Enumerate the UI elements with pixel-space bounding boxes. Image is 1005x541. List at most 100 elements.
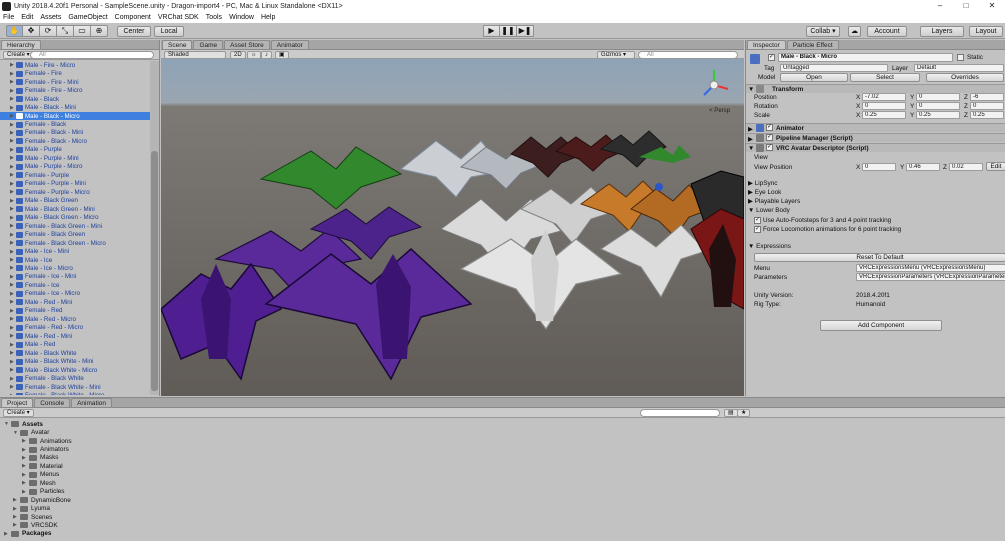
pause-icon[interactable]: ❚❚ — [500, 25, 517, 37]
close-button[interactable]: ✕ — [979, 0, 1005, 12]
expand-arrow-icon[interactable]: ▶ — [0, 359, 14, 365]
hierarchy-item[interactable]: ▶ Male - Purple - Micro — [0, 163, 150, 171]
expand-arrow-icon[interactable]: ▶ — [0, 138, 14, 144]
hierarchy-item[interactable]: ▶ Male - Black — [0, 95, 150, 103]
view-x-field[interactable]: 0 — [862, 163, 896, 171]
tab-animation[interactable]: Animation — [71, 398, 112, 407]
favorite-icon[interactable]: ★ — [737, 409, 751, 417]
cloud-icon[interactable]: ☁ — [848, 26, 861, 37]
menu-component[interactable]: Component — [115, 14, 151, 21]
folder-expand-icon[interactable]: ▼ — [4, 421, 11, 427]
project-folder[interactable]: ▶ Mesh — [0, 479, 400, 487]
layer-dropdown[interactable]: Default — [914, 64, 1004, 72]
view-edit-button[interactable]: Edit — [986, 162, 1005, 171]
project-folder[interactable]: ▶ Lyuma — [0, 504, 400, 512]
descriptor-enabled-checkbox[interactable]: ✓ — [766, 144, 773, 151]
model-select-button[interactable]: Select — [850, 73, 920, 82]
expand-arrow-icon[interactable]: ▶ — [0, 232, 14, 238]
project-folder[interactable]: ▶ Animators — [0, 445, 400, 453]
animator-header[interactable]: ▶ ✓ Animator — [746, 123, 1005, 133]
position-y-field[interactable]: 0 — [916, 93, 960, 101]
2d-toggle[interactable]: 2D — [230, 51, 246, 59]
project-folder[interactable]: ▶ Packages — [0, 530, 400, 538]
project-folder[interactable]: ▶ Masks — [0, 454, 400, 462]
hierarchy-item[interactable]: ▶ Male - Purple — [0, 146, 150, 154]
hierarchy-item[interactable]: ▶ Female - Red - Micro — [0, 324, 150, 332]
tag-dropdown[interactable]: Untagged — [780, 64, 888, 72]
expand-arrow-icon[interactable]: ▶ — [0, 333, 14, 339]
expand-arrow-icon[interactable]: ▶ — [0, 62, 14, 68]
model-overrides-button[interactable]: Overrides — [926, 73, 1004, 82]
folder-expand-icon[interactable]: ▶ — [22, 472, 29, 478]
expand-arrow-icon[interactable]: ▶ — [0, 257, 14, 263]
expand-arrow-icon[interactable]: ▶ — [0, 172, 14, 178]
project-folder[interactable]: ▶ DynamicBone — [0, 496, 400, 504]
hierarchy-item[interactable]: ▶ Female - Ice - Micro — [0, 290, 150, 298]
hierarchy-item[interactable]: ▶ Male - Purple - Mini — [0, 154, 150, 162]
collab-button[interactable]: Collab ▾ — [806, 26, 840, 37]
expand-arrow-icon[interactable]: ▶ — [0, 189, 14, 195]
scale-tool-icon[interactable]: ⤡ — [57, 25, 74, 37]
folder-expand-icon[interactable]: ▶ — [22, 463, 29, 469]
hierarchy-item[interactable]: ▶ Male - Black Green — [0, 197, 150, 205]
object-name-input[interactable]: Male - Black - Micro — [778, 53, 953, 62]
rotation-x-field[interactable]: 0 — [862, 102, 906, 110]
move-tool-icon[interactable]: ✥ — [23, 25, 40, 37]
project-folder[interactable]: ▶ Menus — [0, 471, 400, 479]
play-icon[interactable]: ▶ — [483, 25, 500, 37]
project-folder[interactable]: ▶ Animations — [0, 437, 400, 445]
hierarchy-search-input[interactable]: All — [30, 51, 154, 59]
expand-arrow-icon[interactable]: ▶ — [0, 342, 14, 348]
expand-arrow-icon[interactable]: ▶ — [0, 265, 14, 271]
expand-arrow-icon[interactable]: ▶ — [0, 96, 14, 102]
scrollbar-thumb[interactable] — [151, 151, 158, 391]
playable-layers-foldout[interactable]: ▶ Playable Layers — [748, 197, 800, 205]
tab-scene[interactable]: Scene — [162, 40, 193, 49]
hierarchy-item[interactable]: ▶ Male - Red - Micro — [0, 315, 150, 323]
hierarchy-item[interactable]: ▶ Male - Black White - Mini — [0, 357, 150, 365]
hierarchy-item[interactable]: ▶ Male - Black White — [0, 349, 150, 357]
active-checkbox[interactable]: ✓ — [768, 54, 775, 61]
scene-viewport[interactable]: < Persp — [161, 59, 744, 396]
animator-enabled-checkbox[interactable]: ✓ — [766, 124, 773, 131]
expand-arrow-icon[interactable]: ▶ — [0, 79, 14, 85]
account-button[interactable]: Account — [867, 26, 907, 37]
expand-arrow-icon[interactable]: ▶ — [0, 393, 14, 395]
menu-gameobject[interactable]: GameObject — [68, 14, 107, 21]
project-folder[interactable]: ▶ Particles — [0, 488, 400, 496]
expand-arrow-icon[interactable]: ▶ — [0, 291, 14, 297]
eye-look-foldout[interactable]: ▶ Eye Look — [748, 188, 781, 196]
hierarchy-item[interactable]: ▶ Female - Purple - Micro — [0, 188, 150, 196]
expand-arrow-icon[interactable]: ▶ — [0, 88, 14, 94]
tab-hierarchy[interactable]: Hierarchy — [1, 40, 41, 49]
menu-tools[interactable]: Tools — [206, 14, 222, 21]
hierarchy-item[interactable]: ▶ Female - Black White - Mini — [0, 383, 150, 391]
lower-body-foldout[interactable]: ▼ Lower Body — [748, 207, 790, 214]
scale-z-field[interactable]: 0.25 — [970, 111, 1004, 119]
expand-arrow-icon[interactable]: ▶ — [0, 122, 14, 128]
hierarchy-item[interactable]: ▶ Male - Ice - Micro — [0, 264, 150, 272]
hierarchy-item[interactable]: ▶ Male - Ice — [0, 256, 150, 264]
hierarchy-scrollbar[interactable] — [150, 61, 159, 395]
layout-button[interactable]: Layout — [969, 26, 1003, 37]
hierarchy-item[interactable]: ▶ Female - Black Green — [0, 230, 150, 238]
pipeline-enabled-checkbox[interactable]: ✓ — [766, 134, 773, 141]
tab-animator[interactable]: Animator — [270, 40, 309, 49]
shading-mode-dropdown[interactable]: Shaded — [164, 51, 226, 59]
hierarchy-item[interactable]: ▶ Female - Ice - Mini — [0, 273, 150, 281]
expand-arrow-icon[interactable]: ▶ — [0, 249, 14, 255]
step-icon[interactable]: ▶❚ — [517, 25, 534, 37]
hierarchy-item[interactable]: ▶ Female - Black — [0, 120, 150, 128]
expand-arrow-icon[interactable]: ▶ — [0, 71, 14, 77]
hierarchy-item[interactable]: ▶ Female - Black Green - Micro — [0, 239, 150, 247]
hierarchy-item[interactable]: ▶ Female - Fire - Micro — [0, 86, 150, 94]
layers-button[interactable]: Layers — [920, 26, 964, 37]
expand-arrow-icon[interactable]: ▶ — [0, 325, 14, 331]
menu-help[interactable]: Help — [261, 14, 275, 21]
expressions-foldout[interactable]: ▼ Expressions — [748, 243, 791, 250]
expand-arrow-icon[interactable]: ▶ — [0, 274, 14, 280]
filter-type-icon[interactable]: ▤ — [724, 409, 738, 417]
hierarchy-item[interactable]: ▶ Female - Red — [0, 307, 150, 315]
hierarchy-item[interactable]: ▶ Female - Black White - Micro — [0, 391, 150, 395]
hand-tool-icon[interactable]: ✋ — [6, 25, 23, 37]
